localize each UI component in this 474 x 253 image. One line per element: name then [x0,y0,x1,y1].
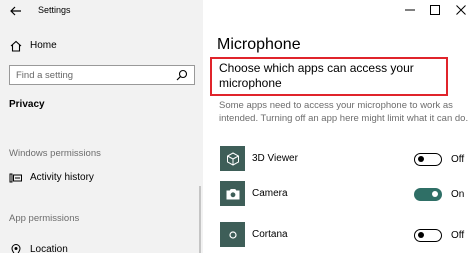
search-icon[interactable] [176,69,188,81]
app-name: 3D Viewer [252,153,298,164]
app-row-camera: Camera On [217,181,472,207]
camera-icon [226,188,239,199]
sidebar-item-activity-history[interactable]: Activity history [0,168,203,188]
sidebar-item-label: Location [30,244,68,253]
location-icon [11,244,21,253]
toggle-knob [432,191,438,197]
search-box[interactable] [9,65,195,85]
section-title: Choose which apps can access your microp… [219,61,414,90]
maximize-icon [430,5,440,15]
app-row-cortana: Cortana Off [217,222,472,248]
home-icon [10,40,22,52]
toggle-knob [418,232,424,238]
app-tile [220,222,245,247]
app-tile [220,146,245,171]
app-name: Camera [252,188,288,199]
sidebar-item-location[interactable]: Location [0,240,203,253]
toggle-state-label: On [451,189,465,200]
sidebar-item-label: Activity history [30,172,94,183]
app-title: Settings [38,5,71,15]
app-permission-toggle[interactable] [414,229,442,242]
section-header-app-permissions: App permissions [9,213,80,224]
app-name: Cortana [252,229,288,240]
toggle-state-label: Off [451,230,465,241]
close-button[interactable] [450,2,472,18]
app-permission-toggle[interactable] [414,188,442,201]
minimize-icon [405,9,415,11]
section-header-windows-permissions: Windows permissions [9,148,101,159]
sidebar-scrollbar[interactable] [199,186,201,253]
page-title: Microphone [217,36,301,53]
toggle-knob [418,156,424,162]
category-label: Privacy [9,99,45,110]
minimize-button[interactable] [399,2,421,18]
search-input[interactable] [16,68,166,82]
nav-home-label: Home [30,40,57,51]
cube-icon [226,151,239,166]
toggle-state-label: Off [451,154,465,165]
app-row-3d-viewer: 3D Viewer Off [217,146,472,172]
title-bar: Settings [0,0,203,22]
nav-home[interactable]: Home [0,35,203,57]
back-button[interactable] [8,3,24,19]
close-icon [456,5,466,15]
activity-history-icon [9,173,22,183]
maximize-button[interactable] [424,2,446,18]
app-permission-toggle[interactable] [414,153,442,166]
section-description: Some apps need to access your microphone… [219,100,469,124]
sidebar: Settings Home Privacy Windows permission… [0,0,203,253]
back-arrow-icon [10,6,21,16]
main-content: Microphone Choose which apps can access … [203,0,474,253]
app-tile [220,181,245,206]
cortana-icon [228,230,237,239]
